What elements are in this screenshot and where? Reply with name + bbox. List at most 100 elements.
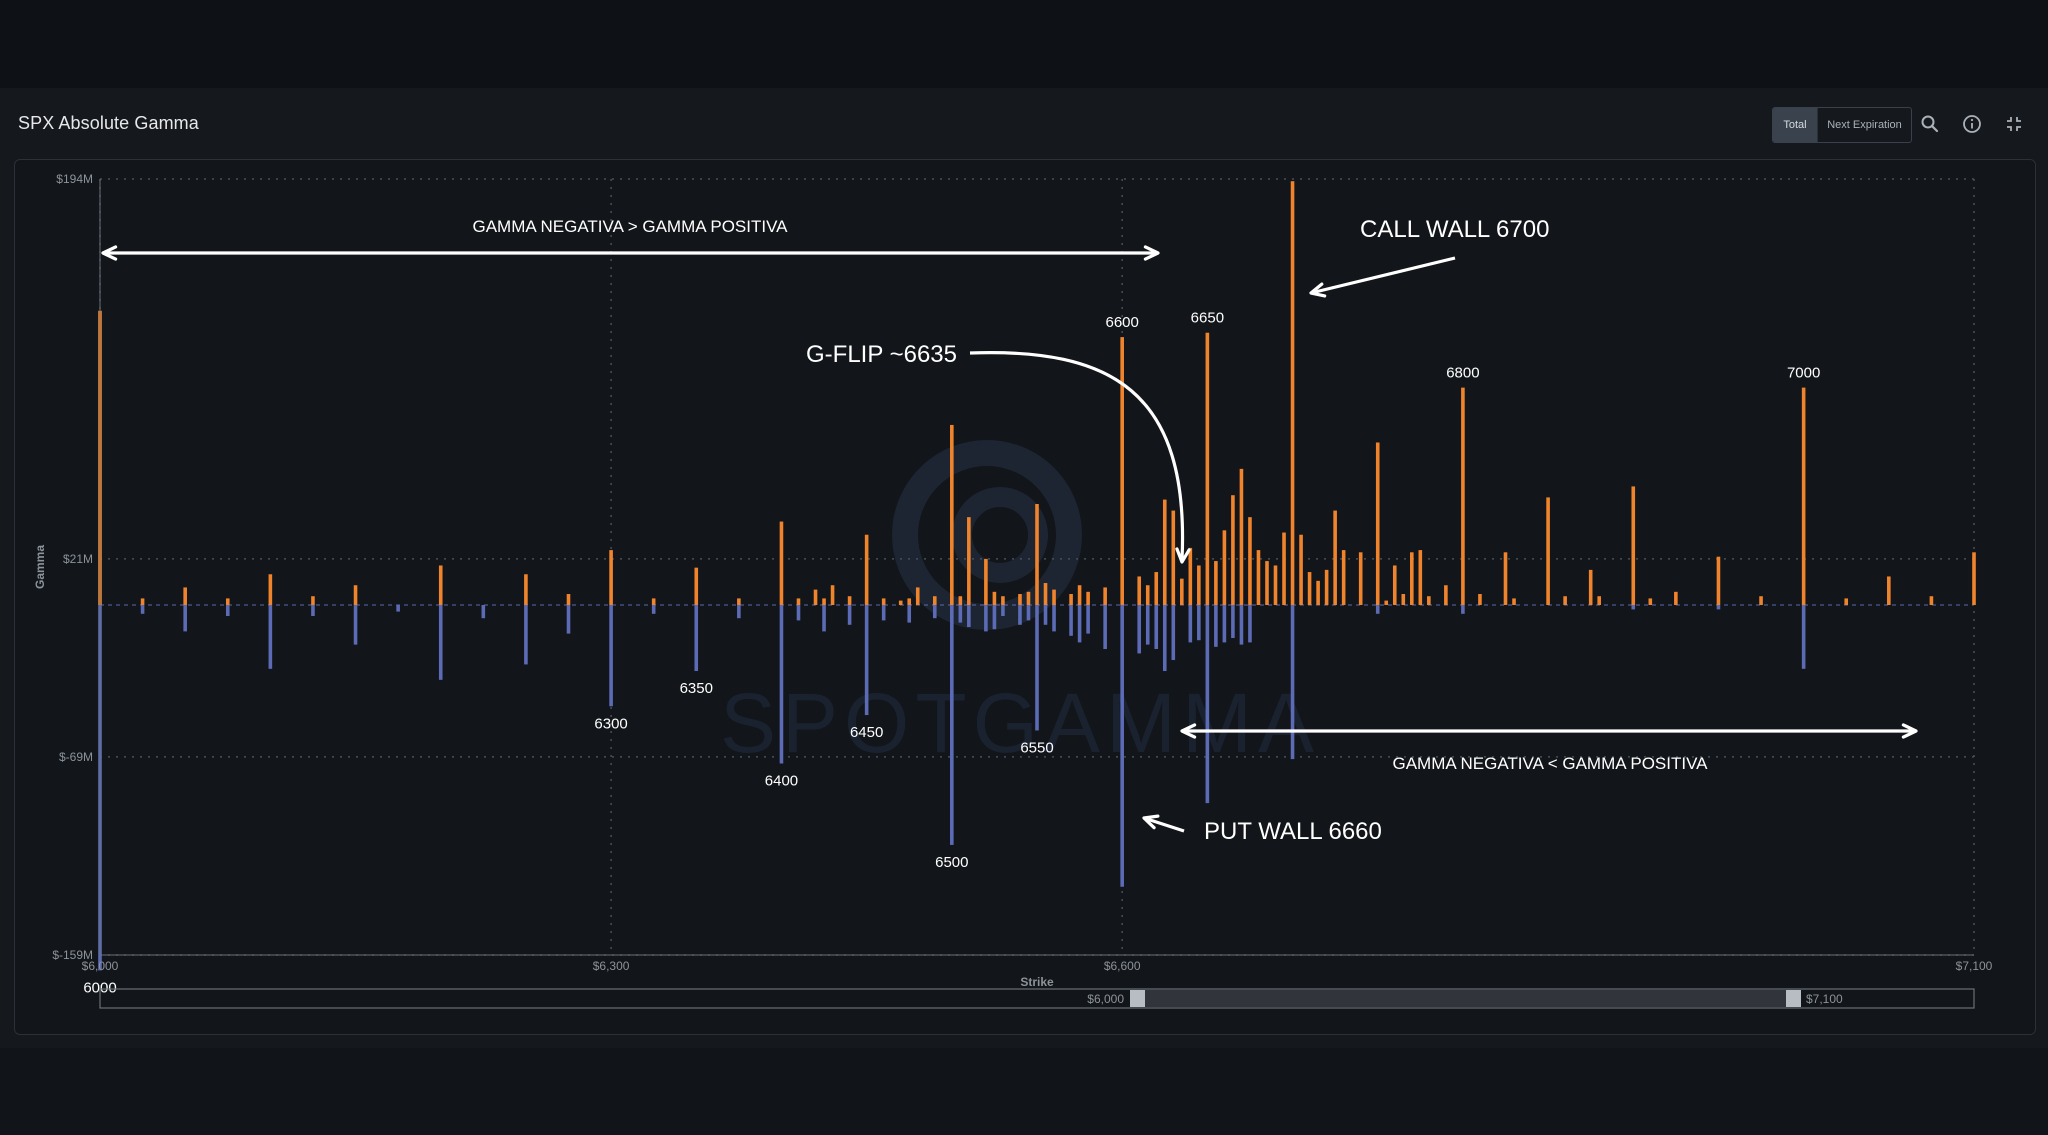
y-tick-label: $21M: [63, 552, 93, 566]
call-gamma-bar: [847, 596, 852, 605]
put-gamma-bar: [1103, 605, 1107, 650]
call-gamma-bar: [1648, 598, 1653, 605]
call-gamma-bar: [1444, 585, 1448, 605]
call-gamma-bar: [915, 587, 920, 605]
top-range-text: GAMMA NEGATIVA > GAMMA POSITIVA: [472, 217, 788, 236]
call-gamma-bar: [1069, 594, 1073, 605]
x-tick-label: $6,300: [593, 959, 630, 973]
call-gamma-bar: [1273, 565, 1278, 605]
put-gamma-bar: [524, 605, 528, 665]
y-axis-title: Gamma: [33, 545, 47, 589]
call-gamma-bar: [907, 598, 912, 605]
put-gamma-bar: [1214, 605, 1218, 647]
call-gamma-bar: [1716, 556, 1721, 605]
range-slider-handle-left[interactable]: [1130, 990, 1145, 1007]
strike-label: 6600: [1105, 314, 1138, 331]
app-root: SPX Absolute Gamma Total Next Expiration…: [0, 0, 2048, 1135]
put-gamma-bar: [183, 605, 187, 632]
put-gamma-bar: [881, 605, 886, 621]
put-gamma-bar: [822, 605, 826, 632]
call-gamma-bar: [881, 598, 886, 605]
call-gamma-bar: [1503, 552, 1508, 605]
call-gamma-bar: [651, 598, 656, 605]
bottom-range-text: GAMMA NEGATIVA < GAMMA POSITIVA: [1392, 754, 1708, 773]
put-gamma-bar: [1086, 605, 1090, 634]
put-gamma-bar: [992, 605, 997, 630]
strike-label: 6650: [1191, 310, 1224, 327]
call-gamma-bar: [992, 591, 997, 605]
call-gamma-bar: [1043, 583, 1048, 605]
call-gamma-bar: [864, 534, 869, 605]
call-gamma-bar: [1145, 585, 1150, 605]
put-gamma-bar: [1188, 605, 1193, 643]
range-slider[interactable]: $6,000 $7,100: [99, 988, 1975, 1009]
call-gamma-bar: [1392, 565, 1397, 605]
call-gamma-bar: [1972, 552, 1976, 605]
call-gamma-bar: [1316, 580, 1320, 605]
call-gamma-bar: [1282, 532, 1286, 605]
call-gamma-bar: [1180, 578, 1184, 605]
call-gamma-bar: [1290, 181, 1295, 606]
call-gamma-bar: [1307, 572, 1312, 605]
call-gamma-bar: [1674, 591, 1678, 605]
put-gamma-bar: [1197, 605, 1201, 641]
put-gamma-bar: [566, 605, 571, 634]
call-gamma-bar: [1597, 596, 1601, 605]
call-gamma-bar: [1759, 596, 1763, 605]
call-gamma-bar: [1588, 569, 1593, 605]
put-gamma-bar: [950, 605, 954, 845]
put-gamma-bar: [311, 605, 315, 617]
call-gamma-bar: [438, 565, 443, 605]
call-gamma-bar: [1052, 589, 1056, 605]
put-gamma-bar: [1069, 605, 1073, 636]
call-gamma-bar: [779, 521, 784, 605]
call-gamma-bar: [1375, 442, 1380, 605]
call-gamma-bar: [140, 598, 145, 605]
put-gamma-bar: [932, 605, 937, 619]
call-gamma-bar: [1171, 510, 1176, 605]
call-gamma-bar: [1384, 600, 1389, 605]
gflip-label: G-FLIP ~6635: [806, 341, 957, 368]
call-gamma-bar: [1265, 561, 1269, 605]
put-gamma-bar: [651, 605, 656, 614]
call-gamma-bar: [1001, 596, 1005, 605]
strike-label: 6800: [1446, 365, 1479, 382]
put-gamma-bar: [737, 605, 741, 619]
call-gamma-bar: [1324, 569, 1329, 605]
strike-label: 6300: [594, 715, 627, 732]
chart-bars: [98, 181, 1976, 971]
x-axis-title: Strike: [1020, 975, 1054, 989]
call-gamma-bar: [984, 558, 988, 605]
put-gamma-bar: [1026, 605, 1031, 621]
put-gamma-bar: [481, 605, 486, 619]
call-gamma-bar: [1026, 591, 1031, 605]
put-gamma-bar: [1145, 605, 1150, 645]
put-gamma-bar: [1137, 605, 1142, 654]
call-gamma-bar: [1214, 561, 1218, 605]
strike-label: 6350: [680, 680, 713, 697]
call-gamma-bar: [609, 550, 613, 605]
put-gamma-bar: [1801, 605, 1806, 669]
call-gamma-bar: [1358, 552, 1363, 605]
strike-label: 6450: [850, 724, 883, 741]
strike-label: 6550: [1020, 739, 1053, 756]
call-gamma-bar: [1299, 534, 1303, 605]
call-gamma-bar: [1077, 585, 1082, 605]
put-gamma-bar: [1043, 605, 1048, 625]
put-gamma-bar: [1461, 605, 1465, 614]
put-gamma-bar: [984, 605, 988, 632]
call-gamma-bar: [1035, 503, 1039, 605]
call-gamma-bar: [268, 574, 273, 605]
call-gamma-bar: [1546, 497, 1550, 605]
call-gamma-bar: [813, 589, 818, 605]
call-wall-label: CALL WALL 6700: [1360, 216, 1549, 243]
put-gamma-bar: [796, 605, 801, 621]
x-tick-label: $7,100: [1956, 959, 1993, 973]
call-gamma-bar: [1333, 510, 1337, 605]
range-slider-handle-right[interactable]: [1786, 990, 1801, 1007]
call-gamma-bar: [830, 585, 835, 605]
put-gamma-bar: [1231, 605, 1235, 639]
call-gamma-bar: [958, 596, 963, 605]
put-gamma-bar: [438, 605, 443, 680]
call-gamma-bar: [1188, 547, 1193, 605]
